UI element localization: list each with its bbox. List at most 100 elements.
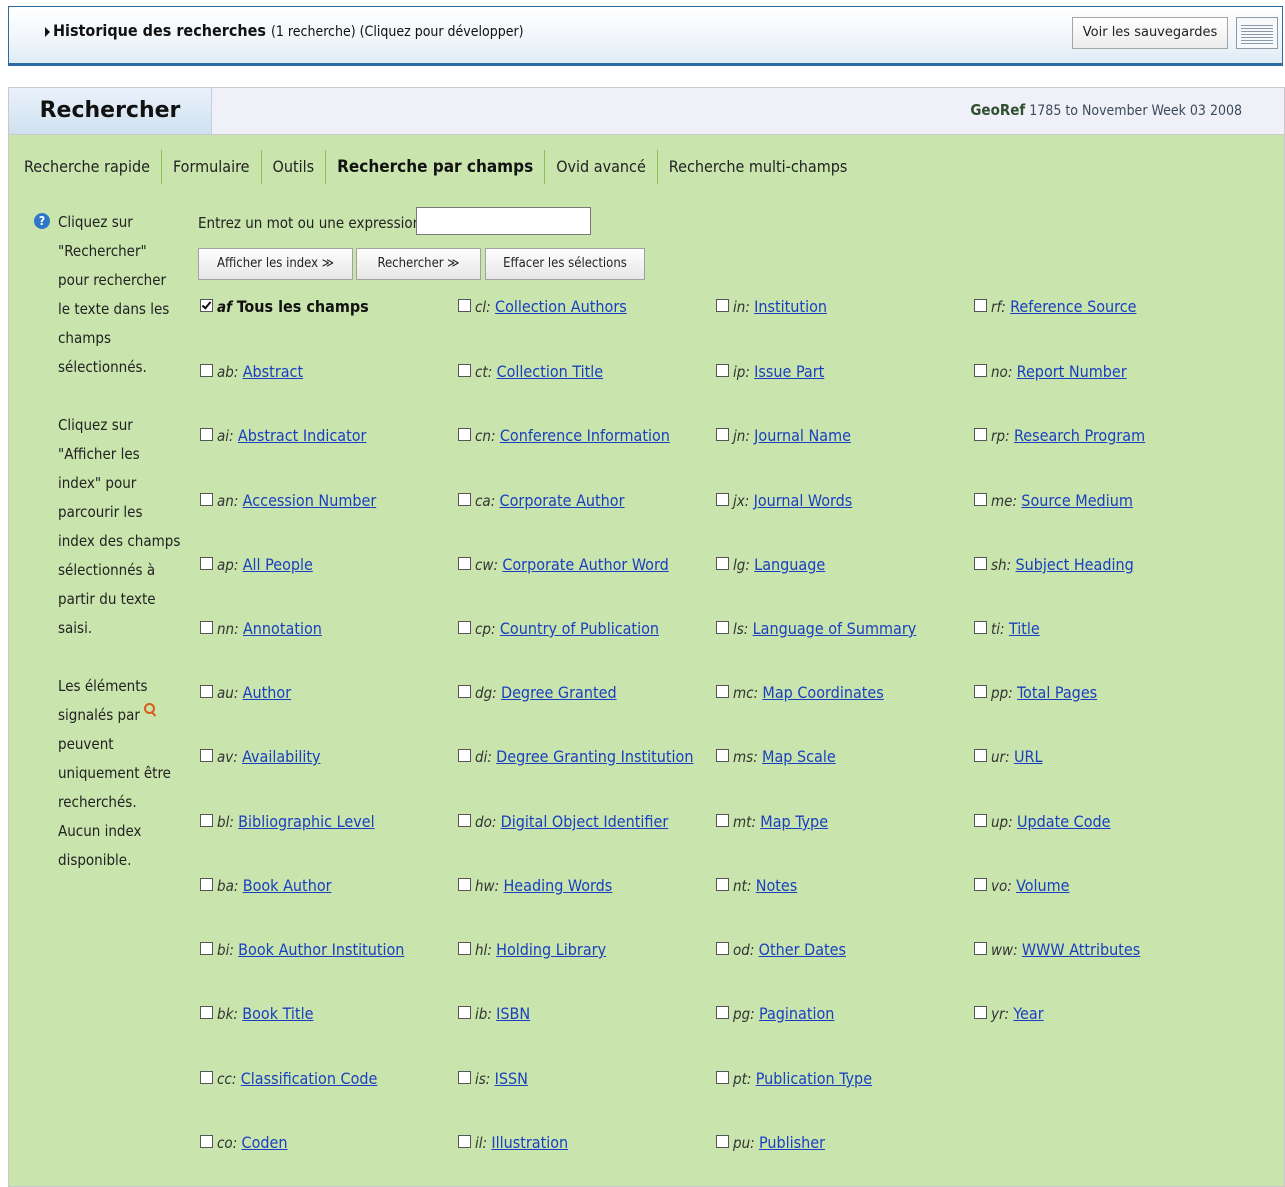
field-checkbox-il[interactable] [458, 1135, 471, 1148]
field-link[interactable]: Journal Words [754, 491, 853, 510]
field-checkbox-in[interactable] [716, 299, 729, 312]
field-link[interactable]: Update Code [1017, 812, 1111, 831]
field-checkbox-bi[interactable] [200, 942, 213, 955]
field-checkbox-jn[interactable] [716, 428, 729, 441]
field-checkbox-ms[interactable] [716, 749, 729, 762]
field-link[interactable]: Conference Information [500, 426, 670, 445]
field-checkbox-av[interactable] [200, 749, 213, 762]
field-checkbox-mt[interactable] [716, 814, 729, 827]
field-checkbox-rf[interactable] [974, 299, 987, 312]
field-link[interactable]: Publication Type [756, 1069, 872, 1088]
field-checkbox-nn[interactable] [200, 621, 213, 634]
field-link[interactable]: Illustration [491, 1133, 568, 1152]
tab-recherche-par-champs[interactable]: Recherche par champs [326, 150, 546, 184]
field-checkbox-an[interactable] [200, 493, 213, 506]
field-link[interactable]: Collection Authors [495, 297, 627, 316]
field-link[interactable]: WWW Attributes [1022, 940, 1140, 959]
field-checkbox-vo[interactable] [974, 878, 987, 891]
tab-ovid-avanc-[interactable]: Ovid avancé [545, 150, 658, 184]
field-checkbox-od[interactable] [716, 942, 729, 955]
field-link[interactable]: Bibliographic Level [238, 812, 374, 831]
field-link[interactable]: Other Dates [759, 940, 846, 959]
field-checkbox-pg[interactable] [716, 1006, 729, 1019]
field-link[interactable]: Book Author Institution [238, 940, 404, 959]
field-checkbox-lg[interactable] [716, 557, 729, 570]
field-checkbox-ab[interactable] [200, 364, 213, 377]
field-link[interactable]: Notes [756, 876, 798, 895]
field-link[interactable]: Abstract [243, 362, 303, 381]
field-checkbox-me[interactable] [974, 493, 987, 506]
field-checkbox-is[interactable] [458, 1071, 471, 1084]
field-link[interactable]: All People [243, 555, 313, 574]
field-checkbox-do[interactable] [458, 814, 471, 827]
field-checkbox-dg[interactable] [458, 685, 471, 698]
field-link[interactable]: Coden [242, 1133, 288, 1152]
field-link[interactable]: Source Medium [1021, 491, 1133, 510]
field-link[interactable]: Language [754, 555, 825, 574]
field-link[interactable]: Corporate Author [500, 491, 625, 510]
field-checkbox-co[interactable] [200, 1135, 213, 1148]
search-button[interactable]: Rechercher ≫ [356, 248, 481, 280]
field-link[interactable]: Availability [242, 747, 320, 766]
history-title[interactable]: Historique des recherches (1 recherche) … [53, 21, 524, 40]
field-checkbox-ti[interactable] [974, 621, 987, 634]
field-link[interactable]: ISBN [496, 1004, 530, 1023]
field-checkbox-nt[interactable] [716, 878, 729, 891]
field-checkbox-cn[interactable] [458, 428, 471, 441]
field-link[interactable]: Annotation [243, 619, 322, 638]
field-checkbox-ip[interactable] [716, 364, 729, 377]
search-history-bar[interactable]: Historique des recherches (1 recherche) … [8, 6, 1283, 66]
field-link[interactable]: Publisher [759, 1133, 825, 1152]
field-checkbox-yr[interactable] [974, 1006, 987, 1019]
field-checkbox-mc[interactable] [716, 685, 729, 698]
field-link[interactable]: Reference Source [1010, 297, 1136, 316]
field-link[interactable]: Map Scale [762, 747, 836, 766]
field-link[interactable]: Total Pages [1017, 683, 1097, 702]
field-checkbox-ur[interactable] [974, 749, 987, 762]
field-checkbox-ct[interactable] [458, 364, 471, 377]
field-link[interactable]: Map Coordinates [762, 683, 883, 702]
field-link[interactable]: Pagination [759, 1004, 834, 1023]
field-checkbox-ca[interactable] [458, 493, 471, 506]
field-link[interactable]: Author [243, 683, 291, 702]
field-checkbox-ib[interactable] [458, 1006, 471, 1019]
menu-lines-icon[interactable] [1236, 17, 1278, 49]
field-link[interactable]: Book Author [243, 876, 332, 895]
field-link[interactable]: Report Number [1017, 362, 1127, 381]
field-checkbox-cw[interactable] [458, 557, 471, 570]
field-checkbox-di[interactable] [458, 749, 471, 762]
field-link[interactable]: Digital Object Identifier [501, 812, 669, 831]
tab-recherche-multi-champs[interactable]: Recherche multi-champs [658, 150, 859, 184]
field-link[interactable]: Degree Granting Institution [496, 747, 693, 766]
field-checkbox-bk[interactable] [200, 1006, 213, 1019]
field-checkbox-cl[interactable] [458, 299, 471, 312]
field-link[interactable]: Year [1013, 1004, 1043, 1023]
field-link[interactable]: Collection Title [497, 362, 604, 381]
field-checkbox-pp[interactable] [974, 685, 987, 698]
field-checkbox-up[interactable] [974, 814, 987, 827]
field-checkbox-hl[interactable] [458, 942, 471, 955]
field-checkbox-au[interactable] [200, 685, 213, 698]
field-checkbox-pt[interactable] [716, 1071, 729, 1084]
field-checkbox-sh[interactable] [974, 557, 987, 570]
field-link[interactable]: Map Type [760, 812, 828, 831]
field-link[interactable]: Accession Number [243, 491, 377, 510]
field-link[interactable]: Heading Words [503, 876, 612, 895]
field-link[interactable]: Language of Summary [753, 619, 917, 638]
field-checkbox-ls[interactable] [716, 621, 729, 634]
field-link[interactable]: Corporate Author Word [502, 555, 668, 574]
field-checkbox-cp[interactable] [458, 621, 471, 634]
tab-outils[interactable]: Outils [262, 150, 327, 184]
field-link[interactable]: Subject Heading [1015, 555, 1133, 574]
field-link[interactable]: Research Program [1014, 426, 1145, 445]
field-checkbox-ap[interactable] [200, 557, 213, 570]
clear-selections-button[interactable]: Effacer les sélections [485, 248, 645, 280]
field-link[interactable]: Title [1009, 619, 1040, 638]
field-link[interactable]: Abstract Indicator [238, 426, 367, 445]
field-link[interactable]: Classification Code [241, 1069, 378, 1088]
field-link[interactable]: Journal Name [754, 426, 851, 445]
show-index-button[interactable]: Afficher les index ≫ [198, 248, 353, 280]
field-checkbox-ww[interactable] [974, 942, 987, 955]
expand-triangle-icon[interactable] [45, 27, 50, 37]
field-checkbox-pu[interactable] [716, 1135, 729, 1148]
